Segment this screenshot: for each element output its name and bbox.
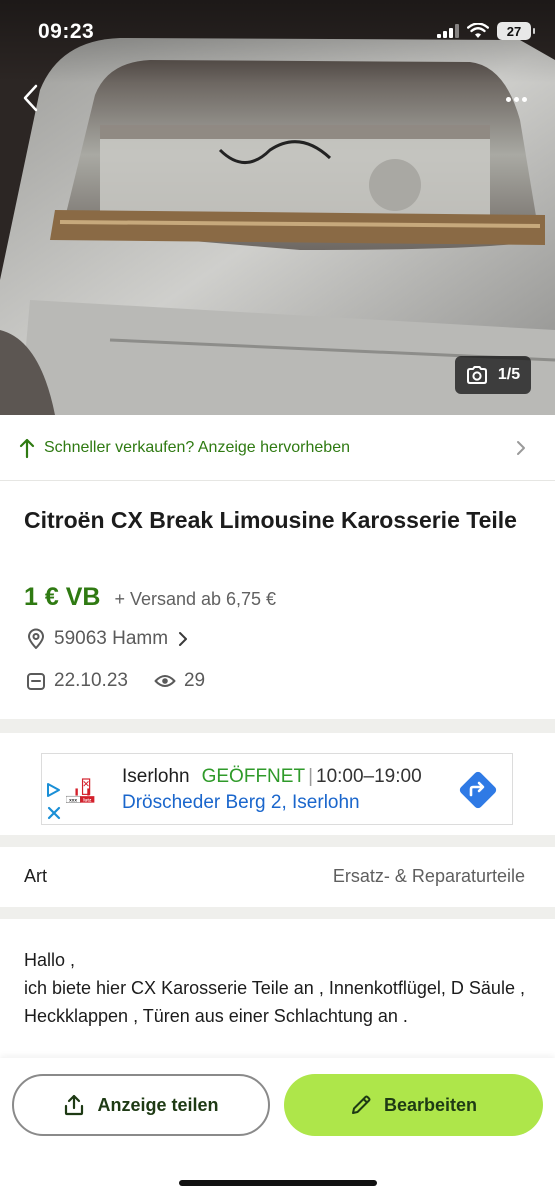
edit-button-label: Bearbeiten	[383, 1094, 478, 1115]
ad-hours: 10:00–19:00	[316, 766, 422, 787]
section-divider	[0, 835, 555, 847]
more-dot-icon	[513, 96, 519, 102]
promote-listing-text: Schneller verkaufen? Anzeige hervorheben	[44, 438, 350, 456]
share-listing-button[interactable]: Anzeige teilen	[12, 1074, 270, 1136]
pencil-icon	[351, 1095, 371, 1114]
camera-icon	[466, 366, 487, 384]
status-icons: 27	[437, 22, 535, 40]
listing-meta: 22.10.23 29	[26, 670, 205, 692]
listing-date: 22.10.23	[54, 670, 128, 691]
listing-price: 1 € VB	[24, 583, 101, 611]
status-time: 09:23	[38, 20, 95, 43]
section-divider	[0, 907, 555, 919]
photo-counter[interactable]: 1/5	[455, 356, 531, 394]
listing-title: Citroën CX Break Limousine Karosserie Te…	[24, 507, 517, 533]
edit-listing-button[interactable]: Bearbeiten	[284, 1074, 543, 1136]
listing-description: Hallo , ich biete hier CX Karosserie Tei…	[24, 950, 525, 1026]
chevron-right-icon	[179, 632, 188, 646]
location-text: 59063 Hamm	[54, 628, 169, 649]
directions-icon[interactable]	[458, 770, 498, 810]
wifi-icon	[467, 23, 489, 38]
store-ad-banner[interactable]: xxx lutz Iserlohn GEÖFFNET | 10:00–19:00 Dr…	[41, 753, 513, 825]
location-pin-icon	[28, 628, 44, 649]
ad-separator: |	[308, 766, 313, 787]
more-options-button[interactable]	[501, 84, 531, 114]
promote-listing-row[interactable]: Schneller verkaufen? Anzeige hervorheben	[0, 415, 555, 481]
section-divider	[0, 719, 555, 733]
share-button-label: Anzeige teilen	[97, 1094, 219, 1115]
store-logo-icon: xxx lutz	[66, 778, 95, 803]
ad-open-status: GEÖFFNET	[201, 766, 306, 787]
view-count: 29	[183, 670, 206, 691]
share-icon	[65, 1094, 84, 1116]
price-row: 1 € VB + Versand ab 6,75 €	[24, 583, 276, 612]
arrow-up-icon	[19, 438, 35, 458]
ad-choices-icon[interactable]	[46, 782, 62, 822]
attribute-value: Ersatz- & Reparaturteile	[332, 866, 525, 886]
back-button[interactable]	[14, 78, 50, 118]
battery-icon: 27	[497, 22, 535, 40]
chevron-left-icon	[23, 84, 38, 112]
chevron-right-icon	[517, 441, 525, 455]
calendar-icon	[27, 673, 45, 690]
ad-store-info: Iserlohn GEÖFFNET | 10:00–19:00	[122, 766, 422, 788]
cellular-signal-icon	[437, 24, 459, 38]
bottom-action-bar: Anzeige teilen Bearbeiten	[0, 1058, 555, 1200]
svg-text:lutz: lutz	[83, 797, 92, 803]
ad-city: Iserlohn	[122, 766, 190, 787]
location-link[interactable]: 59063 Hamm	[26, 628, 190, 650]
ad-address[interactable]: Dröscheder Berg 2, Iserlohn	[122, 792, 360, 814]
home-indicator	[179, 1180, 377, 1186]
photo-counter-text: 1/5	[497, 366, 521, 383]
shipping-info: + Versand ab 6,75 €	[114, 589, 277, 609]
eye-icon	[154, 675, 176, 687]
status-bar: 09:23 27	[0, 0, 555, 64]
listing-photo[interactable]: 09:23 27 1/5	[0, 0, 555, 415]
more-dot-icon	[505, 96, 511, 102]
svg-text:xxx: xxx	[69, 798, 77, 803]
more-dot-icon	[521, 96, 527, 102]
attribute-label: Art	[24, 866, 48, 886]
